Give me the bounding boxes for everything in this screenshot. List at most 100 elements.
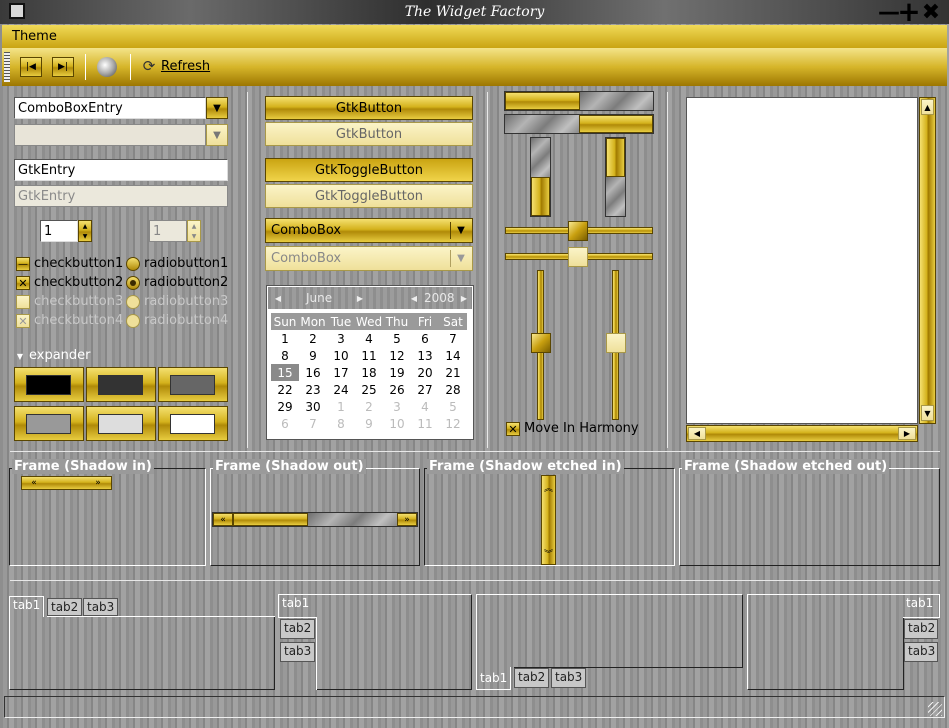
tab-tab2[interactable]: tab2 — [47, 598, 83, 616]
spin-down-icon[interactable]: ▼ — [79, 231, 91, 241]
calendar-day-other-month[interactable]: 4 — [411, 398, 439, 415]
radiobutton-1[interactable]: radiobutton1 — [124, 255, 234, 273]
calendar-day[interactable]: 12 — [383, 347, 411, 364]
calendar-day[interactable]: 22 — [271, 381, 299, 398]
calendar-day[interactable]: 28 — [439, 381, 467, 398]
tab-tab3[interactable]: tab3 — [904, 642, 938, 662]
calendar-day-other-month[interactable]: 8 — [327, 415, 355, 432]
tab-tab2[interactable]: tab2 — [280, 619, 315, 639]
calendar-day-other-month[interactable]: 3 — [383, 398, 411, 415]
next-month-icon[interactable]: ▶ — [354, 291, 366, 305]
calendar-day-other-month[interactable]: 2 — [355, 398, 383, 415]
calendar-day-other-month[interactable]: 7 — [299, 415, 327, 432]
toggle-button[interactable]: GtkToggleButton — [265, 158, 473, 182]
calendar-day[interactable]: 19 — [383, 364, 411, 381]
prev-year-icon[interactable]: ◀ — [408, 291, 420, 305]
color-button-6[interactable] — [158, 406, 228, 441]
tab-tab3[interactable]: tab3 — [280, 642, 315, 662]
calendar-day-other-month[interactable]: 1 — [327, 398, 355, 415]
color-button-4[interactable] — [14, 406, 84, 441]
tab-tab2[interactable]: tab2 — [904, 619, 938, 639]
vscale-1-slider[interactable] — [531, 333, 551, 353]
color-button-1[interactable] — [14, 367, 84, 402]
calendar-day[interactable]: 10 — [327, 347, 355, 364]
spin-up-icon[interactable]: ▲ — [79, 221, 91, 231]
gtk-entry[interactable]: GtkEntry — [14, 159, 228, 181]
calendar-day-other-month[interactable]: 5 — [439, 398, 467, 415]
tab-tab1[interactable]: tab1 — [278, 594, 317, 618]
calendar-day[interactable]: 1 — [271, 330, 299, 347]
calendar-day[interactable]: 17 — [327, 364, 355, 381]
toolbar-handle[interactable] — [4, 52, 10, 82]
horizontal-scrollbar[interactable]: ◀ ▶ — [686, 425, 918, 442]
hscale-1-slider[interactable] — [568, 221, 588, 241]
checkbutton-2[interactable]: ✕ checkbutton2 — [14, 274, 124, 292]
scroll-down-icon[interactable]: ▼ — [921, 405, 934, 421]
combobox-entry[interactable]: ComboBoxEntry — [14, 97, 206, 119]
text-view[interactable] — [686, 97, 918, 424]
calendar-day[interactable]: 7 — [439, 330, 467, 347]
frame3-vertical-scrollbar[interactable]: ︽ ︾ — [541, 475, 556, 565]
calendar-day-selected[interactable]: 15 — [271, 364, 299, 381]
calendar-day[interactable]: 14 — [439, 347, 467, 364]
calendar-day-other-month[interactable]: 10 — [383, 415, 411, 432]
gtk-button[interactable]: GtkButton — [265, 96, 473, 120]
calendar-day[interactable]: 21 — [439, 364, 467, 381]
radiobutton-2[interactable]: radiobutton2 — [124, 274, 234, 292]
spin-button[interactable]: 1 — [40, 220, 78, 242]
calendar-day[interactable]: 29 — [271, 398, 299, 415]
calendar-day[interactable]: 23 — [299, 381, 327, 398]
calendar-day[interactable]: 13 — [411, 347, 439, 364]
move-in-harmony-check[interactable]: ✕ Move In Harmony — [504, 420, 644, 438]
calendar-day[interactable]: 6 — [411, 330, 439, 347]
harddisk-button[interactable] — [94, 54, 120, 80]
scroll-left-icon[interactable]: ◀ — [688, 427, 706, 440]
prev-month-icon[interactable]: ◀ — [272, 291, 284, 305]
calendar-day[interactable]: 5 — [383, 330, 411, 347]
scroll-right-icon[interactable]: ▶ — [898, 427, 916, 440]
calendar[interactable]: ◀ June ▶ ◀ 2008 ▶ Sun Mon Tue Wed Thu Fr… — [266, 285, 474, 440]
calendar-day[interactable]: 11 — [355, 347, 383, 364]
scroll-thumb[interactable] — [233, 513, 308, 526]
vertical-scrollbar[interactable]: ▲ ▼ — [919, 97, 936, 424]
goto-last-button[interactable]: ▶| — [52, 57, 74, 77]
calendar-day[interactable]: 20 — [411, 364, 439, 381]
calendar-day-other-month[interactable]: 12 — [439, 415, 467, 432]
calendar-day[interactable]: 9 — [299, 347, 327, 364]
calendar-day[interactable]: 3 — [327, 330, 355, 347]
calendar-day-other-month[interactable]: 11 — [411, 415, 439, 432]
next-year-icon[interactable]: ▶ — [458, 291, 470, 305]
calendar-day[interactable]: 25 — [355, 381, 383, 398]
menu-theme[interactable]: Theme — [12, 29, 57, 44]
tab-tab1[interactable]: tab1 — [903, 594, 940, 618]
checkbutton-1[interactable]: — checkbutton1 — [14, 255, 124, 273]
calendar-day[interactable]: 30 — [299, 398, 327, 415]
frame2-horizontal-scrollbar[interactable]: « » — [212, 512, 418, 527]
combobox-entry-arrow[interactable]: ▼ — [206, 97, 228, 119]
color-button-3[interactable] — [158, 367, 228, 402]
goto-first-button[interactable]: |◀ — [20, 57, 42, 77]
calendar-day[interactable]: 18 — [355, 364, 383, 381]
calendar-day-other-month[interactable]: 9 — [355, 415, 383, 432]
tab-tab1[interactable]: tab1 — [476, 667, 512, 690]
calendar-day[interactable]: 8 — [271, 347, 299, 364]
tab-tab1[interactable]: tab1 — [9, 596, 45, 617]
calendar-day[interactable]: 26 — [383, 381, 411, 398]
tab-tab3[interactable]: tab3 — [551, 668, 587, 688]
calendar-day[interactable]: 24 — [327, 381, 355, 398]
calendar-day[interactable]: 16 — [299, 364, 327, 381]
combobox[interactable]: ComboBox ▼ — [265, 218, 473, 243]
scroll-left-icon[interactable]: « — [213, 513, 233, 526]
scroll-up-icon[interactable]: ▲ — [921, 99, 934, 115]
resize-grip-icon[interactable] — [928, 702, 942, 716]
close-icon[interactable]: ✖ — [919, 0, 943, 25]
tab-tab2[interactable]: tab2 — [514, 668, 550, 688]
calendar-day[interactable]: 2 — [299, 330, 327, 347]
refresh-button[interactable]: ⟳ Refresh — [140, 57, 220, 77]
scroll-right-icon[interactable]: » — [397, 513, 417, 526]
frame1-horizontal-scrollbar[interactable]: « » — [21, 476, 112, 490]
spin-button-arrows[interactable]: ▲ ▼ — [78, 220, 92, 242]
calendar-day-other-month[interactable]: 6 — [271, 415, 299, 432]
color-button-2[interactable] — [86, 367, 156, 402]
calendar-day[interactable]: 27 — [411, 381, 439, 398]
